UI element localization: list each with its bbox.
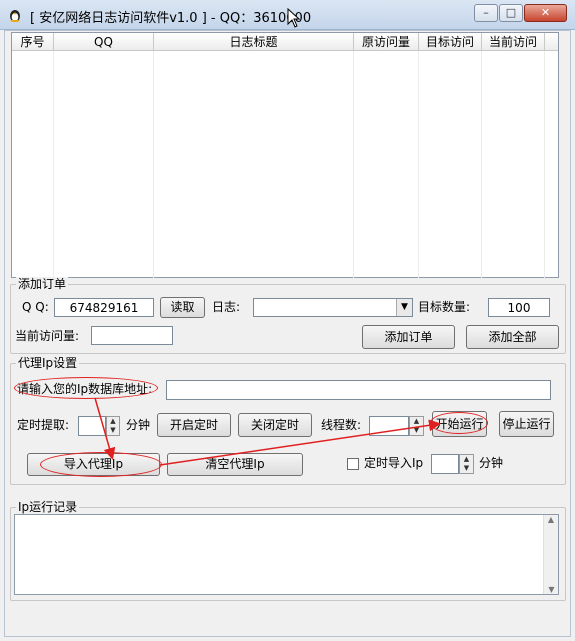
column-header-log-title[interactable]: 日志标题	[154, 33, 354, 51]
column-header-original-visits[interactable]: 原访问量	[354, 33, 419, 51]
annotation-oval-db-label	[14, 377, 158, 399]
timed-import-checkbox[interactable]	[347, 458, 359, 470]
minimize-button[interactable]: –	[474, 4, 498, 22]
scroll-up-icon[interactable]: ▲	[544, 515, 558, 524]
order-list-table[interactable]: 序号 QQ 日志标题 原访问量 目标访问 当前访问	[11, 32, 559, 279]
add-order-button[interactable]: 添加订单	[362, 325, 455, 349]
column-header-target-visits[interactable]: 目标访问	[419, 33, 482, 51]
ip-log-groupbox-legend: Ip运行记录	[16, 500, 80, 514]
timed-import-label: 定时导入Ip	[364, 456, 424, 470]
add-all-button[interactable]: 添加全部	[466, 325, 559, 349]
column-header-index[interactable]: 序号	[12, 33, 54, 51]
scroll-down-icon[interactable]: ▼	[544, 585, 559, 594]
column-divider	[153, 51, 154, 279]
qq-input[interactable]: 674829161	[54, 298, 154, 317]
start-timer-button[interactable]: 开启定时	[157, 413, 231, 437]
chevron-down-icon[interactable]: ▼	[396, 299, 412, 316]
timer-minutes-spinner[interactable]: ▲ ▼	[106, 416, 120, 436]
window-title: [ 安亿网络日志访问软件v1.0 ] - QQ：3610000	[30, 11, 312, 26]
mouse-cursor-icon	[287, 8, 301, 28]
minute-label-2: 分钟	[479, 456, 504, 470]
column-header-qq[interactable]: QQ	[54, 33, 154, 51]
stop-timer-button[interactable]: 关闭定时	[238, 413, 312, 437]
timer-fetch-label: 定时提取:	[17, 418, 70, 432]
ip-log-textarea[interactable]: ▲ ▼	[14, 514, 559, 595]
threads-spinner[interactable]: ▲ ▼	[409, 416, 424, 436]
ip-database-input[interactable]	[166, 380, 551, 400]
qq-label: Q Q:	[22, 300, 49, 314]
qq-penguin-icon	[10, 10, 20, 22]
column-divider	[544, 51, 545, 279]
stop-run-button[interactable]: 停止运行	[499, 411, 554, 437]
column-header-filler	[545, 33, 558, 51]
close-button[interactable]: ✕	[524, 4, 567, 22]
log-scrollbar[interactable]: ▲ ▼	[543, 515, 558, 594]
threads-label: 线程数:	[321, 418, 362, 432]
column-divider	[353, 51, 354, 279]
import-minutes-spinner[interactable]: ▲ ▼	[459, 454, 474, 474]
order-groupbox-legend: 添加订单	[16, 277, 69, 291]
proxy-groupbox-legend: 代理Ip设置	[16, 356, 80, 370]
current-visits-label: 当前访问量:	[15, 329, 80, 343]
annotation-oval-import-proxy	[40, 452, 162, 477]
log-select[interactable]: ▼	[253, 298, 413, 317]
column-header-current-visits[interactable]: 当前访问	[482, 33, 545, 51]
maximize-button[interactable]: □	[499, 4, 523, 22]
import-minutes-input[interactable]	[431, 454, 459, 474]
column-divider	[53, 51, 54, 279]
current-visits-input[interactable]	[91, 326, 173, 345]
column-divider	[418, 51, 419, 279]
log-label: 日志:	[212, 300, 241, 314]
read-button[interactable]: 读取	[160, 297, 205, 318]
timer-minutes-input[interactable]	[78, 416, 106, 436]
column-divider	[481, 51, 482, 279]
clear-proxy-button[interactable]: 清空代理Ip	[167, 453, 303, 476]
annotation-oval-start-run	[430, 412, 488, 434]
threads-input[interactable]	[369, 416, 409, 436]
target-count-input[interactable]: 100	[488, 298, 550, 317]
target-count-label: 目标数量:	[418, 300, 471, 314]
minute-label: 分钟	[126, 418, 151, 432]
